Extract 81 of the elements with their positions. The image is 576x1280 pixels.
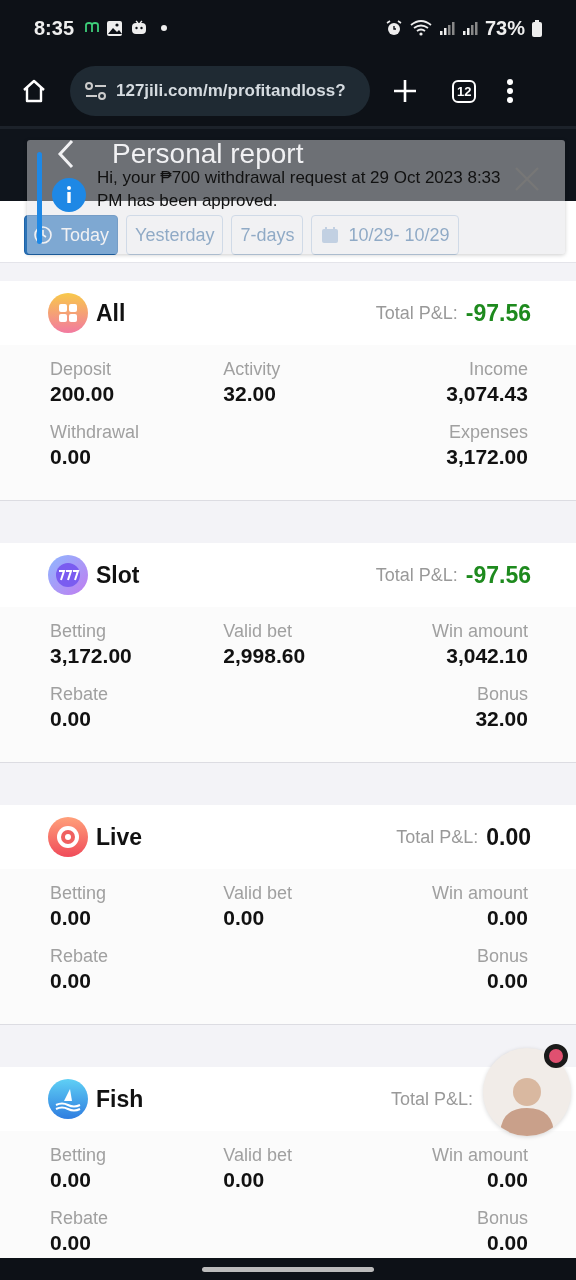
- robot-icon: [130, 19, 149, 37]
- stat-value: 0.00: [50, 1230, 92, 1256]
- stat-label: Win amount: [431, 1144, 528, 1167]
- pnl-value: -97.56: [465, 299, 531, 327]
- wifi-icon: [409, 19, 432, 37]
- slot-machine-icon: [48, 555, 88, 595]
- pnl-value: 0.00: [486, 823, 531, 851]
- fin-icon: [48, 1079, 88, 1119]
- stat-label: Rebate: [50, 945, 110, 968]
- grid-icon: [48, 293, 88, 333]
- stat-value: 32.00: [223, 381, 277, 407]
- stat-label: Withdrawal: [50, 421, 141, 444]
- back-icon[interactable]: [56, 139, 76, 169]
- stat-value: 0.00: [223, 1167, 266, 1193]
- stat-label: Betting: [50, 882, 108, 905]
- stat-label: Income: [468, 358, 528, 381]
- stat-value: 0.00: [487, 1167, 528, 1193]
- stat-value: 0.00: [50, 706, 92, 732]
- signal-icon: [461, 20, 478, 36]
- tab-count-button[interactable]: 12: [452, 79, 477, 103]
- stat-value: 3,074.43: [446, 381, 528, 407]
- stat-label: Activity: [223, 358, 282, 381]
- stat-value: 0.00: [50, 905, 92, 931]
- stat-label: Win amount: [431, 620, 528, 643]
- stat-value: 0.00: [487, 1230, 528, 1256]
- stat-label: Bonus: [476, 1207, 528, 1230]
- filter-tab[interactable]: Yesterday: [126, 215, 224, 255]
- stat-label: Bonus: [476, 945, 528, 968]
- stat-label: Valid bet: [223, 620, 294, 643]
- stat-label: Rebate: [50, 683, 110, 706]
- pnl-label: Total P&L:: [375, 564, 458, 586]
- site-settings-icon[interactable]: [84, 81, 108, 101]
- stat-value: 0.00: [50, 1167, 92, 1193]
- stat-label: Expenses: [448, 421, 528, 444]
- battery-icon: [532, 19, 542, 37]
- stat-label: Betting: [50, 1144, 108, 1167]
- stat-value: 2,998.60: [223, 643, 307, 669]
- stat-value: 32.00: [475, 706, 528, 732]
- stat-value: 0.00: [50, 968, 92, 994]
- filter-tab[interactable]: 10/29- 10/29: [311, 215, 459, 255]
- stat-value: 0.00: [487, 968, 528, 994]
- dot-icon: [161, 25, 168, 31]
- signal-icon: [438, 20, 455, 36]
- category-title: All: [96, 299, 126, 327]
- plus-icon[interactable]: [392, 78, 418, 104]
- clock-icon: [33, 225, 53, 245]
- pnl-label: Total P&L:: [375, 302, 458, 324]
- chip-icon: [48, 817, 88, 857]
- stat-value: 3,042.10: [446, 643, 528, 669]
- stat-label: Betting: [50, 620, 108, 643]
- status-time: 8:35: [34, 16, 75, 40]
- calendar-icon: [320, 225, 341, 245]
- alarm-icon: [384, 19, 403, 37]
- page-title: Personal report: [112, 139, 304, 169]
- record-icon[interactable]: [544, 1044, 568, 1068]
- stat-value: 0.00: [223, 905, 266, 931]
- stat-label: Rebate: [50, 1207, 110, 1230]
- pnl-label: Total P&L:: [390, 1088, 473, 1110]
- url-text: 127jili.com/m/profitandloss?: [116, 81, 346, 101]
- stat-value: 3,172.00: [446, 444, 528, 470]
- stat-value: 0.00: [487, 905, 528, 931]
- stat-label: Valid bet: [223, 882, 294, 905]
- stat-label: Valid bet: [223, 1144, 294, 1167]
- battery-level: 73%: [484, 16, 525, 40]
- pnl-value: -97.56: [465, 561, 531, 589]
- filter-tab[interactable]: Today: [24, 215, 119, 255]
- pnl-label: Total P&L:: [396, 826, 479, 848]
- stat-value: 0.00: [50, 444, 92, 470]
- stat-value: 200.00: [50, 381, 116, 407]
- filter-tab[interactable]: 7-days: [231, 215, 304, 255]
- stat-label: Deposit: [50, 358, 113, 381]
- stat-label: Bonus: [476, 683, 528, 706]
- stat-value: 3,172.00: [50, 643, 133, 669]
- more-icon[interactable]: [506, 78, 515, 104]
- stat-label: Win amount: [431, 882, 528, 905]
- home-indicator[interactable]: [202, 1266, 374, 1272]
- category-title: Live: [96, 823, 143, 851]
- address-bar[interactable]: 127jili.com/m/profitandloss?: [70, 66, 370, 116]
- category-title: Fish: [96, 1085, 144, 1113]
- category-title: Slot: [96, 561, 140, 589]
- image-icon: [106, 19, 124, 37]
